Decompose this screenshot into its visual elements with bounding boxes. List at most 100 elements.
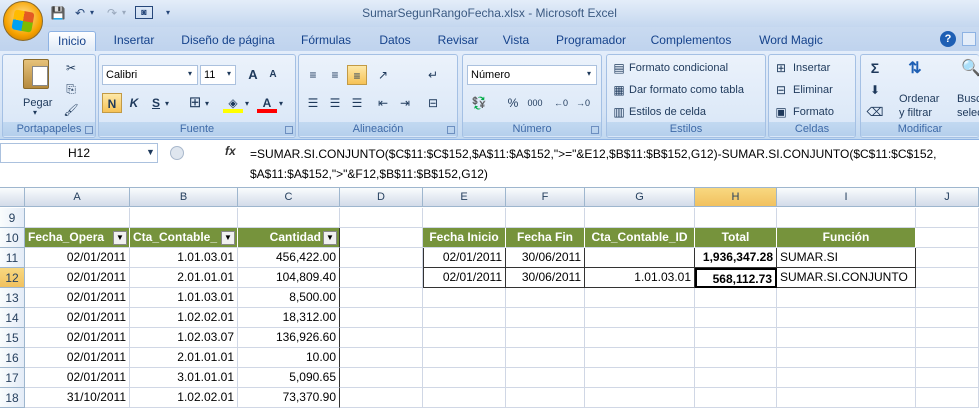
- grid-cell[interactable]: [585, 308, 695, 328]
- column-header-E[interactable]: E: [423, 188, 506, 207]
- table-cell[interactable]: 30/06/2011: [506, 268, 585, 288]
- table-cell[interactable]: 456,422.00: [238, 248, 340, 268]
- delete-cells-button[interactable]: Eliminar: [793, 80, 833, 100]
- row-header-11[interactable]: 11: [0, 248, 25, 268]
- grid-cell[interactable]: [506, 328, 585, 348]
- paste-button[interactable]: Pegar: [23, 93, 52, 113]
- align-middle-icon[interactable]: ≡: [325, 65, 345, 85]
- orientation-icon[interactable]: ↗: [373, 65, 393, 85]
- table-cell[interactable]: 1,936,347.28: [695, 248, 777, 268]
- table-cell[interactable]: 73,370.90: [238, 388, 340, 408]
- spreadsheet-grid[interactable]: A B C D E F G H I J 9 10 11 12 13 14 15 16 17 18 Fecha_Opera…: [0, 188, 979, 411]
- fill-down-icon[interactable]: ⬇: [865, 80, 885, 100]
- table-cell[interactable]: 1.02.02.01: [130, 388, 238, 408]
- format-painter-icon[interactable]: 🖌: [61, 100, 81, 120]
- tab-revisar[interactable]: Revisar: [430, 31, 486, 51]
- row-header-15[interactable]: 15: [0, 328, 25, 348]
- table-cell[interactable]: 1.02.02.01: [130, 308, 238, 328]
- grid-cell[interactable]: [506, 348, 585, 368]
- table-cell[interactable]: 02/01/2011: [423, 268, 506, 288]
- grid-cell[interactable]: [585, 368, 695, 388]
- table-cell[interactable]: 30/06/2011: [506, 248, 585, 268]
- number-format-dropdown-icon[interactable]: ▾: [587, 69, 591, 78]
- grid-cell[interactable]: [423, 288, 506, 308]
- fill-color-icon[interactable]: ◈: [223, 93, 243, 113]
- grid-cell[interactable]: [777, 328, 916, 348]
- sort-filter-button-line2[interactable]: y filtrar: [899, 103, 932, 123]
- format-cells-button[interactable]: Formato: [793, 102, 834, 122]
- grid-cell[interactable]: [25, 208, 130, 228]
- grid-cell[interactable]: [340, 308, 423, 328]
- bold-button[interactable]: N: [102, 93, 122, 113]
- grid-cell[interactable]: [585, 328, 695, 348]
- grid-cell[interactable]: [916, 248, 979, 268]
- font-launcher-icon[interactable]: [285, 126, 293, 134]
- increase-decimal-icon[interactable]: ←0: [551, 93, 571, 113]
- paste-icon[interactable]: [23, 59, 49, 89]
- underline-dropdown-icon[interactable]: ▾: [165, 99, 169, 108]
- table-header[interactable]: Cantidad ▼: [238, 228, 340, 248]
- grid-cell[interactable]: [777, 208, 916, 228]
- number-launcher-icon[interactable]: [591, 126, 599, 134]
- grid-cell[interactable]: [130, 208, 238, 228]
- table-cell[interactable]: 18,312.00: [238, 308, 340, 328]
- grid-cell[interactable]: [340, 388, 423, 408]
- align-bottom-icon[interactable]: ≡: [347, 65, 367, 85]
- grid-cell[interactable]: [777, 368, 916, 388]
- column-header-J[interactable]: J: [916, 188, 979, 207]
- align-right-icon[interactable]: ☰: [347, 93, 367, 113]
- grid-cell[interactable]: [340, 248, 423, 268]
- grid-cell[interactable]: [423, 208, 506, 228]
- grid-cell[interactable]: [777, 288, 916, 308]
- active-cell[interactable]: 568,112.73: [695, 268, 777, 288]
- grid-cell[interactable]: [777, 308, 916, 328]
- table-cell[interactable]: 1.02.03.07: [130, 328, 238, 348]
- comma-style-button[interactable]: 000: [525, 93, 545, 113]
- table-cell[interactable]: 02/01/2011: [25, 268, 130, 288]
- column-header-A[interactable]: A: [25, 188, 130, 207]
- find-select-button-line2[interactable]: selecci: [957, 103, 979, 123]
- grid-cell[interactable]: [916, 288, 979, 308]
- tab-inicio[interactable]: Inicio: [48, 31, 96, 51]
- grid-cell[interactable]: [695, 328, 777, 348]
- grid-cell[interactable]: [695, 348, 777, 368]
- grid-cell[interactable]: [340, 348, 423, 368]
- sort-filter-icon[interactable]: ⇅: [905, 59, 925, 79]
- grid-cell[interactable]: [340, 228, 423, 248]
- grid-cell[interactable]: [916, 208, 979, 228]
- row-header-10[interactable]: 10: [0, 228, 25, 248]
- filter-dropdown-icon[interactable]: ▼: [221, 231, 235, 245]
- name-box-dropdown-icon[interactable]: ▼: [146, 147, 155, 157]
- table-cell[interactable]: [585, 248, 695, 268]
- grid-cell[interactable]: [340, 288, 423, 308]
- grid-cell[interactable]: [423, 308, 506, 328]
- grid-cell[interactable]: [585, 388, 695, 408]
- grid-cell[interactable]: [916, 368, 979, 388]
- font-name-box[interactable]: Calibri: [102, 65, 198, 85]
- tab-programador[interactable]: Programador: [548, 31, 634, 51]
- row-header-18[interactable]: 18: [0, 388, 25, 408]
- office-button[interactable]: [3, 1, 43, 41]
- font-size-dropdown-icon[interactable]: ▾: [227, 69, 231, 78]
- tab-complementos[interactable]: Complementos: [644, 31, 738, 51]
- select-all-corner[interactable]: [0, 188, 25, 207]
- grid-cell[interactable]: [423, 368, 506, 388]
- format-as-table-button[interactable]: Dar formato como tabla: [629, 80, 744, 100]
- grid-cell[interactable]: [506, 388, 585, 408]
- table-cell[interactable]: 1.01.03.01: [585, 268, 695, 288]
- tab-word-magic[interactable]: Word Magic: [750, 31, 832, 51]
- column-header-G[interactable]: G: [585, 188, 695, 207]
- accounting-format-icon[interactable]: 💱: [469, 93, 489, 113]
- filter-dropdown-icon[interactable]: ▼: [113, 231, 127, 245]
- shrink-font-icon[interactable]: A: [263, 65, 283, 85]
- autosum-icon[interactable]: Σ: [865, 58, 885, 78]
- insert-function-icon[interactable]: fx: [225, 144, 236, 158]
- table-cell[interactable]: 1.01.03.01: [130, 248, 238, 268]
- alignment-launcher-icon[interactable]: [447, 126, 455, 134]
- column-header-C[interactable]: C: [238, 188, 340, 207]
- grow-font-icon[interactable]: A: [243, 65, 263, 85]
- borders-icon[interactable]: ⊞: [185, 93, 205, 113]
- grid-cell[interactable]: [506, 288, 585, 308]
- tab-datos[interactable]: Datos: [372, 31, 418, 51]
- table-cell[interactable]: 5,090.65: [238, 368, 340, 388]
